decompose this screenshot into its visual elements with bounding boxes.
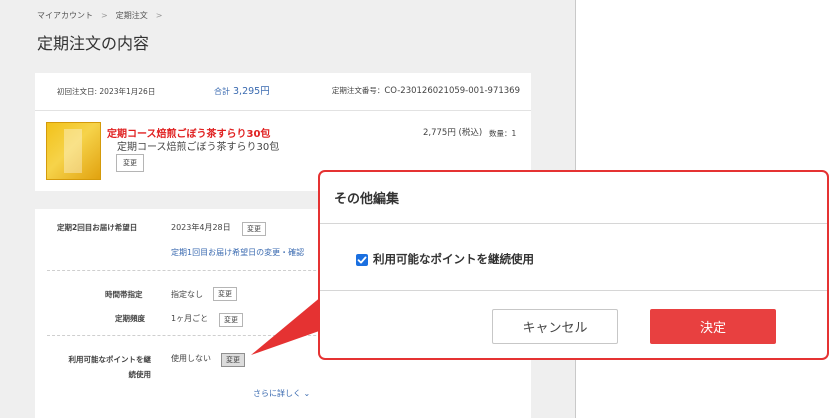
total-value: 3,295円: [233, 86, 270, 97]
order-number-label: 定期注文番号：: [331, 86, 385, 95]
confirm-button[interactable]: 決定: [650, 309, 776, 344]
modal-divider: [320, 223, 827, 224]
summary-row: 初回注文日: 2023年1月26日 合計 3,295円 定期注文番号：CO-230…: [35, 73, 531, 111]
product-image[interactable]: [46, 122, 101, 180]
product-name: 定期コース焙煎ごぼう茶すらり30包: [117, 142, 280, 153]
cancel-button[interactable]: キャンセル: [492, 309, 618, 344]
screenshot-stage: マイアカウント > 定期注文 > 定期注文の内容 初回注文日: 2023年1月2…: [0, 0, 830, 418]
frequency-value: 1ヶ月ごと: [171, 314, 209, 323]
product-change-button[interactable]: 変更: [116, 154, 144, 173]
breadcrumb-subscription[interactable]: 定期注文: [116, 10, 148, 21]
product-price: 2,775円 (税込): [423, 128, 483, 138]
total-label: 合計: [214, 87, 230, 96]
breadcrumb-my-account[interactable]: マイアカウント: [37, 10, 93, 21]
first-order-date: 初回注文日: 2023年1月26日: [57, 87, 156, 96]
modal-title: その他編集: [334, 192, 400, 207]
checkmark-icon: [357, 256, 367, 264]
points-value: 使用しない: [171, 354, 211, 363]
breadcrumb-separator: >: [101, 11, 108, 20]
time-slot-label: 時間帯指定: [105, 290, 143, 299]
modal-divider: [320, 290, 827, 291]
frequency-change-button[interactable]: 変更: [219, 313, 243, 328]
points-change-button[interactable]: 変更: [221, 353, 245, 368]
second-delivery-change-button[interactable]: 変更: [242, 222, 266, 237]
breadcrumb: マイアカウント > 定期注文 >: [37, 10, 162, 21]
order-number: 定期注文番号：CO-230126021059-001-971369: [332, 85, 520, 96]
first-delivery-link[interactable]: 定期1回目お届け希望日の変更・確認: [171, 247, 304, 258]
points-label: 利用可能なポイントを継 続使用: [53, 352, 152, 382]
breadcrumb-separator: >: [155, 11, 163, 20]
second-delivery-label: 定期2回目お届け希望日: [57, 223, 138, 232]
more-details-link[interactable]: さらに詳しく ⌄: [253, 388, 310, 399]
total-amount[interactable]: 合計 3,295円: [214, 83, 270, 97]
product-quantity: 数量：1: [489, 129, 517, 138]
other-edit-modal: その他編集 利用可能なポイントを継続使用 キャンセル 決定: [318, 170, 829, 360]
second-delivery-value: 2023年4月28日: [171, 223, 231, 232]
continue-points-label[interactable]: 利用可能なポイントを継続使用: [373, 251, 534, 267]
time-slot-change-button[interactable]: 変更: [213, 287, 237, 302]
frequency-label: 定期頻度: [115, 314, 145, 323]
continue-points-checkbox[interactable]: [356, 254, 368, 266]
order-number-value: CO-230126021059-001-971369: [384, 86, 520, 96]
points-label-line1: 利用可能なポイントを継: [68, 355, 152, 364]
points-label-line2: 続使用: [128, 370, 152, 379]
page-title: 定期注文の内容: [37, 34, 150, 53]
time-slot-value: 指定なし: [171, 290, 203, 299]
